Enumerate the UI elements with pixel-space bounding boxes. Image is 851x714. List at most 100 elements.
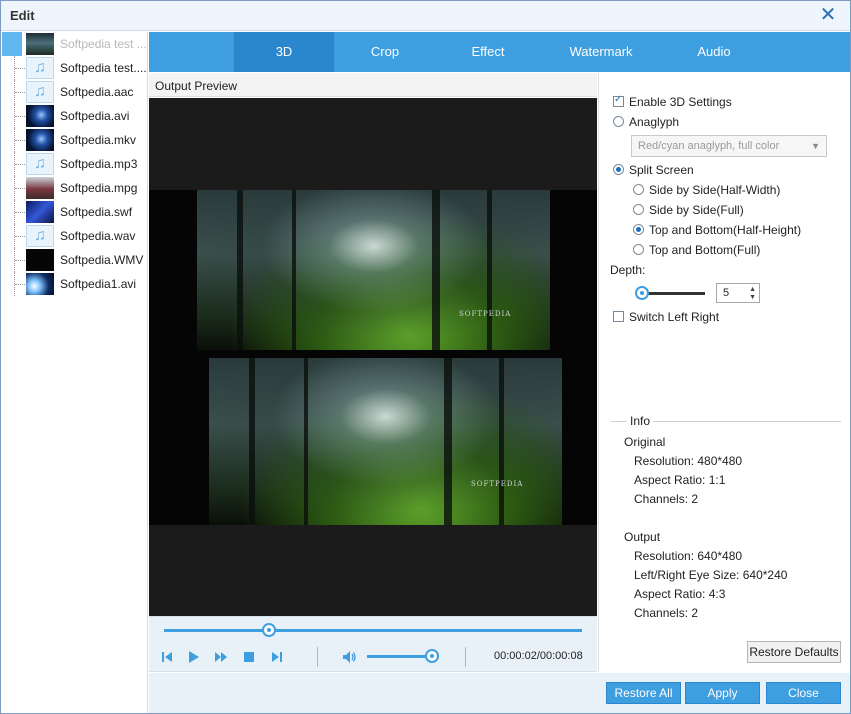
volume-handle[interactable] <box>424 649 439 663</box>
file-list-item[interactable]: ♫ Softpedia test.... <box>2 56 148 80</box>
tree-connector <box>14 176 25 200</box>
anaglyph-select[interactable]: Red/cyan anaglyph, full color ▼ <box>631 135 827 157</box>
stop-icon[interactable] <box>241 649 257 665</box>
tab-audio[interactable]: Audio <box>664 32 764 72</box>
depth-slider-handle[interactable] <box>635 286 649 300</box>
video-thumbnail <box>26 177 54 199</box>
tab-bar: 3D Crop Effect Watermark Audio <box>149 32 850 72</box>
file-list-item[interactable]: Softpedia1.avi <box>2 272 148 296</box>
separator <box>317 647 318 667</box>
tab-crop[interactable]: Crop <box>335 32 435 72</box>
3d-settings-panel: Enable 3D Settings Anaglyph Red/cyan ana… <box>598 73 850 672</box>
top-bottom-full-radio[interactable]: Top and Bottom(Full) <box>633 243 760 257</box>
window-title: Edit <box>10 8 35 23</box>
tree-connector <box>14 200 25 224</box>
file-name: Softpedia.mkv <box>60 133 137 147</box>
side-by-side-half-radio[interactable]: Side by Side(Half-Width) <box>633 183 780 197</box>
file-name: Softpedia.mpg <box>60 181 138 195</box>
volume-icon[interactable] <box>341 649 357 665</box>
side-by-side-full-radio[interactable]: Side by Side(Full) <box>633 203 744 217</box>
video-thumbnail <box>26 273 54 295</box>
tab-watermark[interactable]: Watermark <box>551 32 651 72</box>
music-note-icon: ♫ <box>26 225 54 247</box>
output-eye-size: Left/Right Eye Size: 640*240 <box>634 568 788 582</box>
footer-bar: Restore All Apply Close <box>149 673 850 713</box>
seek-bar <box>149 616 597 642</box>
tree-connector <box>14 104 25 128</box>
edit-window: Edit ✕ Softpedia test ... ♫ Softpedia test… <box>0 0 851 714</box>
file-list-item[interactable]: Softpedia.swf <box>2 200 148 224</box>
file-name: Softpedia.mp3 <box>60 157 138 171</box>
file-list-item[interactable]: Softpedia.avi <box>2 104 148 128</box>
watermark-logo-bottom: SOFTPEDIA <box>471 480 524 488</box>
seek-handle[interactable] <box>261 623 276 637</box>
watermark-logo-top: SOFTPEDIA <box>459 310 512 318</box>
video-thumbnail <box>26 129 54 151</box>
playback-controls: 00:00:02/00:00:08 <box>149 642 597 672</box>
file-list-item[interactable]: Softpedia test ... <box>2 32 148 56</box>
preview-image-bottom: SOFTPEDIA <box>209 358 562 525</box>
skip-end-icon[interactable] <box>269 649 285 665</box>
radio-icon <box>633 204 644 216</box>
music-note-icon: ♫ <box>26 153 54 175</box>
spin-down-icon[interactable]: ▼ <box>749 294 756 302</box>
tree-connector <box>14 80 25 104</box>
anaglyph-radio[interactable]: Anaglyph <box>613 115 679 129</box>
file-name: Softpedia.aac <box>60 85 134 99</box>
apply-button[interactable]: Apply <box>685 682 760 704</box>
seek-track[interactable] <box>164 629 582 632</box>
file-list-item[interactable]: ♫ Softpedia.aac <box>2 80 148 104</box>
video-thumbnail <box>26 33 54 55</box>
file-name: Softpedia.WMV <box>60 253 144 267</box>
video-preview: SOFTPEDIA SOFTPEDIA <box>149 98 597 616</box>
selection-marker <box>2 32 22 56</box>
preview-image-top: SOFTPEDIA <box>197 190 550 350</box>
output-aspect-ratio: Aspect Ratio: 4:3 <box>634 587 726 601</box>
video-thumbnail <box>26 105 54 127</box>
output-title: Output <box>624 530 661 544</box>
depth-label: Depth: <box>610 263 646 277</box>
top-bottom-half-radio[interactable]: Top and Bottom(Half-Height) <box>633 223 801 237</box>
radio-icon <box>633 244 644 256</box>
file-list-item[interactable]: Softpedia.mpg <box>2 176 148 200</box>
preview-header: Output Preview <box>149 73 597 97</box>
switch-left-right-checkbox[interactable]: Switch Left Right <box>613 310 719 324</box>
enable-3d-checkbox[interactable]: Enable 3D Settings <box>613 94 732 109</box>
output-channels: Channels: 2 <box>634 606 699 620</box>
skip-start-icon[interactable] <box>159 649 175 665</box>
title-bar: Edit ✕ <box>1 1 850 31</box>
checkbox-icon <box>613 94 624 108</box>
music-note-icon: ♫ <box>26 57 54 79</box>
chevron-down-icon: ▼ <box>811 141 820 151</box>
tab-3d[interactable]: 3D <box>234 32 334 72</box>
tab-effect[interactable]: Effect <box>438 32 538 72</box>
depth-spinbox[interactable]: 5 ▲ ▼ <box>716 283 760 303</box>
tree-connector <box>14 152 25 176</box>
restore-defaults-button[interactable]: Restore Defaults <box>747 641 841 663</box>
radio-icon <box>613 116 624 128</box>
tree-connector <box>14 56 25 80</box>
video-thumbnail <box>26 201 54 223</box>
file-name: Softpedia.wav <box>60 229 136 243</box>
file-list-item[interactable]: ♫ Softpedia.mp3 <box>2 152 148 176</box>
radio-icon <box>633 184 644 196</box>
tree-connector <box>14 128 25 152</box>
file-list-item[interactable]: Softpedia.WMV <box>2 248 148 272</box>
video-thumbnail <box>26 249 54 271</box>
close-button[interactable]: Close <box>766 682 841 704</box>
close-icon[interactable]: ✕ <box>818 5 838 25</box>
file-name: Softpedia.swf <box>60 205 133 219</box>
tree-connector <box>14 272 25 296</box>
fast-forward-icon[interactable] <box>213 649 229 665</box>
restore-all-button[interactable]: Restore All <box>606 682 681 704</box>
radio-icon <box>613 164 624 176</box>
file-name: Softpedia.avi <box>60 109 130 123</box>
separator <box>465 647 466 667</box>
file-list-item[interactable]: Softpedia.mkv <box>2 128 148 152</box>
output-resolution: Resolution: 640*480 <box>634 549 743 563</box>
original-channels: Channels: 2 <box>634 492 699 506</box>
play-icon[interactable] <box>185 649 201 665</box>
spin-up-icon[interactable]: ▲ <box>749 286 756 294</box>
split-screen-radio[interactable]: Split Screen <box>613 163 694 177</box>
file-list-item[interactable]: ♫ Softpedia.wav <box>2 224 148 248</box>
